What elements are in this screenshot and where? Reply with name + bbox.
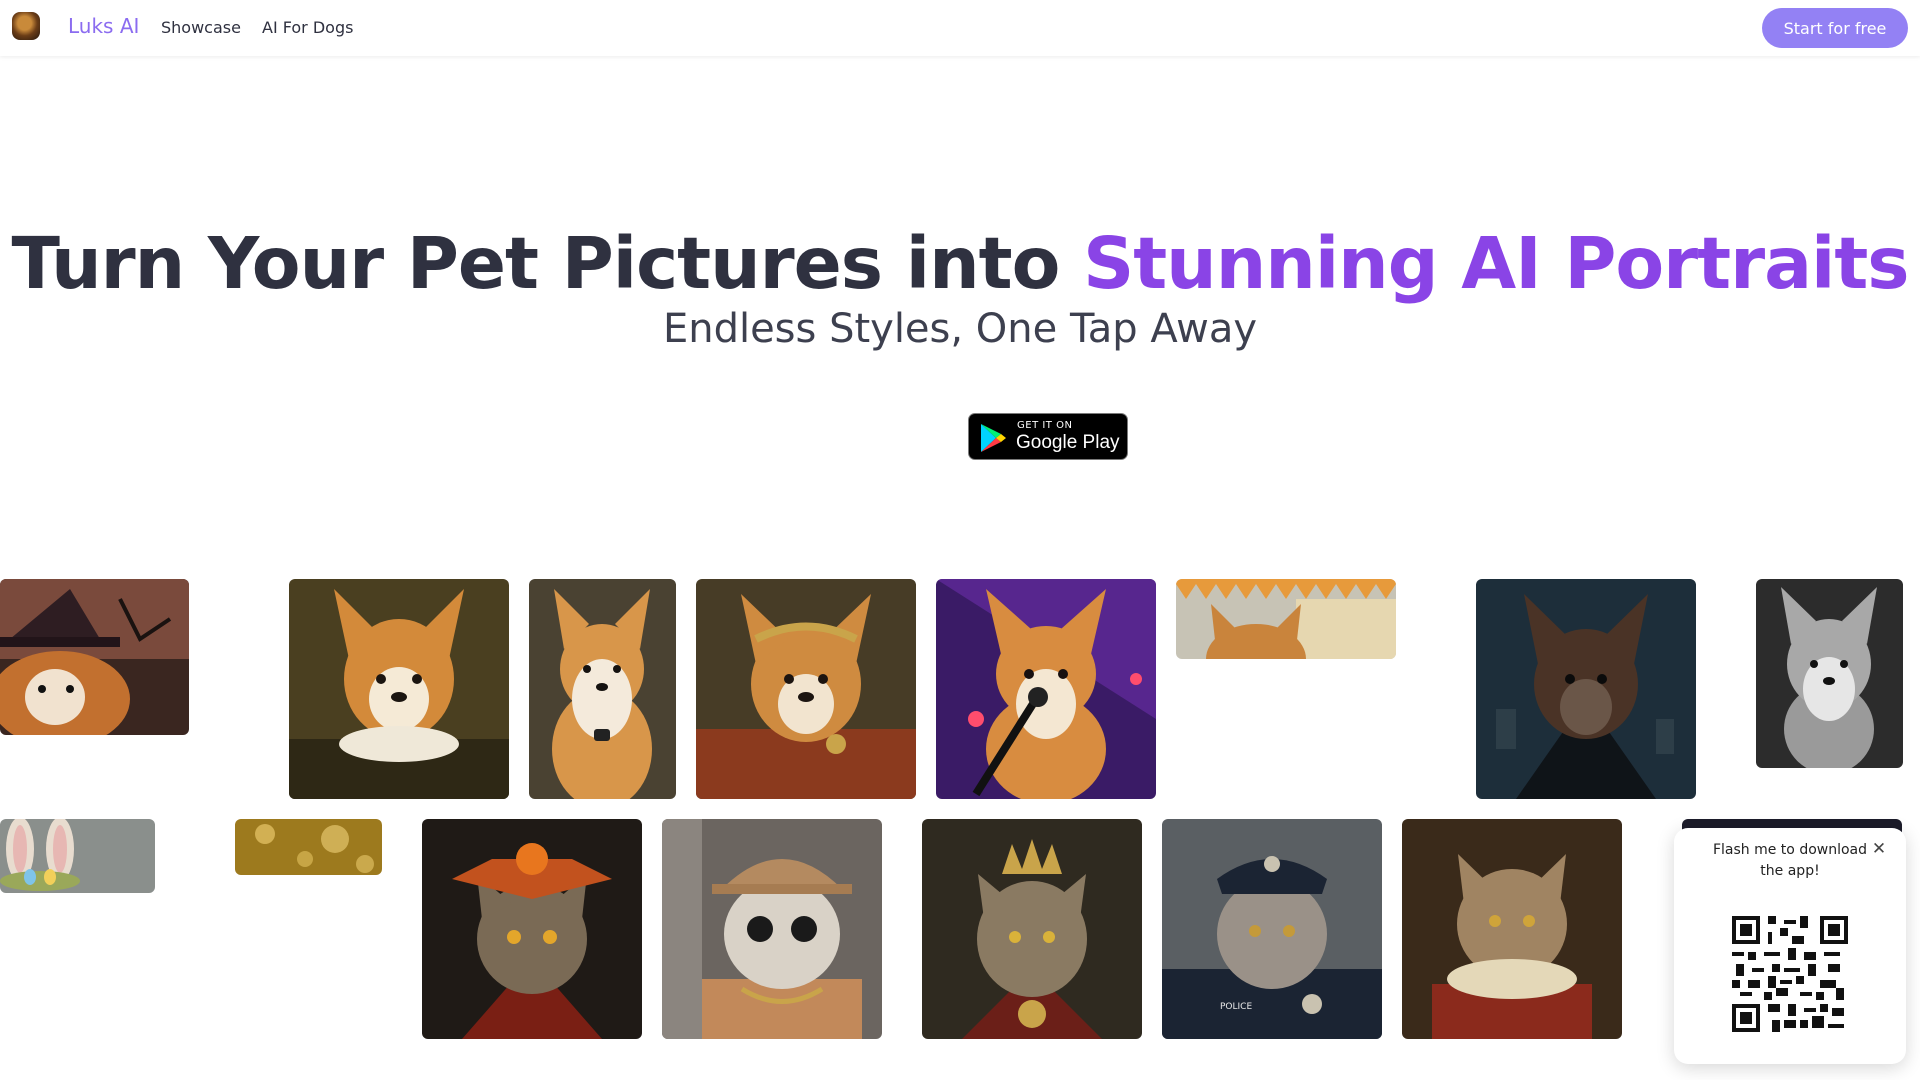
gallery-tile-cat-halloween[interactable] [422, 819, 642, 1039]
gallery-tile-bunny-ears[interactable] [0, 819, 155, 893]
gallery-tile-corgi-ruff-collar[interactable] [289, 579, 509, 799]
top-navbar: Luks AI Showcase AI For Dogs Start for f… [0, 0, 1920, 56]
hero-subtitle: Endless Styles, One Tap Away [662, 306, 1258, 352]
qr-code [1732, 916, 1848, 1032]
nav-link-showcase[interactable]: Showcase [161, 18, 241, 37]
gallery-tile-corgi-black-white[interactable] [1756, 579, 1903, 768]
hero-title-main: Turn Your Pet Pictures into [11, 222, 1084, 305]
google-play-badge[interactable]: GET IT ON Google Play [968, 413, 1128, 460]
gallery-tile-corgi-roman-laurel[interactable] [696, 579, 916, 799]
google-play-big-label: Google Play [1016, 432, 1120, 453]
gallery-tile-corgi-vampire[interactable] [1476, 579, 1696, 799]
gallery-tile-corgi-festival[interactable] [1176, 579, 1396, 659]
hero-title-highlight: Stunning AI Portraits [1083, 222, 1909, 305]
close-icon[interactable]: ✕ [1870, 840, 1888, 858]
brand-link[interactable]: Luks AI [68, 14, 139, 38]
google-play-icon [981, 424, 1006, 452]
gallery-tile-cat-bokeh[interactable] [235, 819, 382, 875]
gallery-tile-cat-bucket-hat[interactable] [662, 819, 882, 1039]
hero-title: Turn Your Pet Pictures into Stunning AI … [0, 222, 1920, 305]
gallery-tile-cat-king[interactable] [922, 819, 1142, 1039]
gallery-tile-cat-police[interactable]: POLICE [1162, 819, 1382, 1039]
download-app-popup: Flash me to download the app! ✕ [1674, 828, 1906, 1064]
gallery-tile-corgi-singer[interactable] [936, 579, 1156, 799]
popup-text: Flash me to download the app! [1712, 842, 1868, 879]
nav-link-ai-for-dogs[interactable]: AI For Dogs [262, 18, 353, 37]
luks-logo[interactable] [12, 12, 40, 40]
start-for-free-button[interactable]: Start for free [1762, 8, 1908, 48]
gallery-tile-corgi-witch-hat[interactable] [0, 579, 189, 735]
gallery-tile-cat-ruff-collar[interactable] [1402, 819, 1622, 1039]
police-badge-text: POLICE [1220, 1002, 1252, 1012]
google-play-small-label: GET IT ON [1017, 420, 1073, 431]
gallery-tile-corgi-sitting[interactable] [529, 579, 676, 799]
